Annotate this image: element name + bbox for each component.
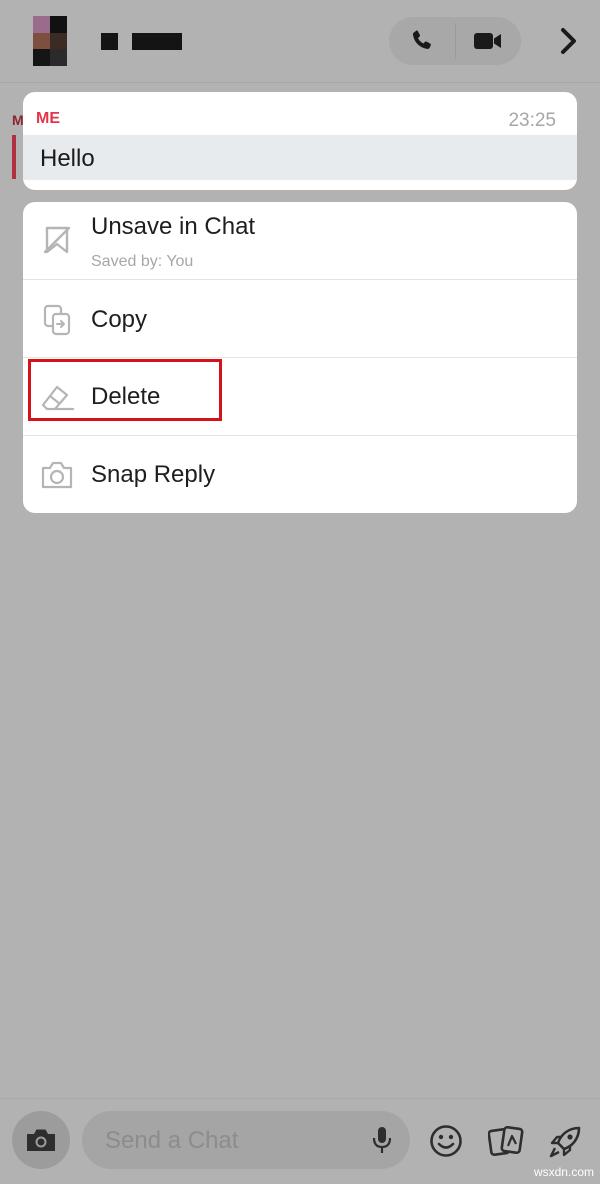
menu-item-label: Copy: [91, 306, 148, 333]
camera-icon: [37, 455, 77, 495]
chevron-right-button[interactable]: [553, 24, 585, 58]
message-body: Hello: [23, 135, 577, 180]
menu-item-label: Unsave in Chat: [91, 213, 256, 240]
divider: [455, 23, 456, 59]
message-time: 23:25: [508, 110, 556, 131]
call-buttons-group: [389, 17, 521, 65]
avatar-pixel: [33, 49, 50, 66]
message-text: Hello: [40, 145, 95, 172]
background-sender-label: M: [12, 112, 24, 128]
menu-item-copy[interactable]: Copy: [23, 280, 577, 357]
stickers-button[interactable]: [488, 1123, 524, 1159]
menu-item-unsave-in-chat[interactable]: Unsave in Chat Saved by: You: [23, 202, 577, 279]
rocket-icon: [549, 1126, 581, 1158]
video-camera-icon: [474, 33, 501, 49]
voice-call-button[interactable]: [389, 17, 455, 65]
camera-button[interactable]: [12, 1111, 70, 1169]
avatar-pixel: [33, 16, 50, 33]
chat-input-bar: Send a Chat: [0, 1098, 600, 1184]
emoji-button[interactable]: [428, 1123, 464, 1159]
smiley-icon: [430, 1125, 462, 1157]
avatar-pixel: [50, 32, 67, 50]
games-button[interactable]: [548, 1123, 584, 1159]
unsave-bookmark-icon: [37, 220, 77, 260]
redaction-block: [101, 33, 118, 50]
chat-input-placeholder: Send a Chat: [105, 1127, 239, 1154]
camera-icon: [27, 1129, 55, 1151]
avatar-pixel: [50, 16, 67, 33]
background-message-accent: [12, 135, 16, 179]
sticker-cards-icon: [488, 1125, 524, 1157]
delete-highlight-box: [28, 359, 222, 421]
message-sender: ME: [36, 110, 60, 127]
redaction-block: [132, 33, 182, 50]
chat-message-input[interactable]: Send a Chat: [82, 1111, 410, 1169]
chat-header: [0, 0, 600, 83]
contact-name-redacted[interactable]: [101, 33, 182, 50]
avatar-pixel: [50, 49, 67, 66]
avatar-pixel: [33, 32, 50, 50]
menu-item-label: Snap Reply: [91, 461, 216, 488]
copy-icon: [37, 300, 77, 340]
video-call-button[interactable]: [455, 17, 521, 65]
chevron-right-icon: [561, 28, 576, 54]
menu-item-snap-reply[interactable]: Snap Reply: [23, 436, 577, 513]
microphone-button[interactable]: [372, 1125, 392, 1160]
microphone-icon: [372, 1127, 392, 1153]
avatar[interactable]: [33, 16, 67, 66]
phone-icon: [412, 30, 431, 49]
message-context-menu: Unsave in Chat Saved by: You Copy Delete: [23, 202, 577, 513]
selected-message-card[interactable]: ME 23:25 Hello: [23, 92, 577, 190]
menu-item-sublabel: Saved by: You: [91, 253, 194, 270]
watermark: wsxdn.com: [533, 1165, 594, 1179]
